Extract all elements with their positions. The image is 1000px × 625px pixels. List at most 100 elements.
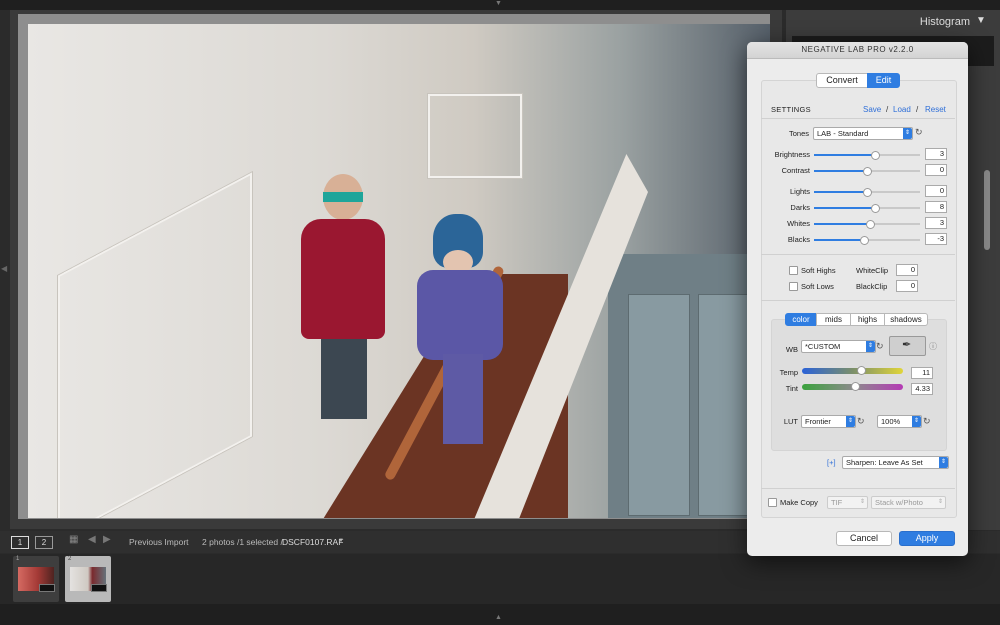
photo-preview[interactable] [28,24,770,518]
darks-value[interactable]: 8 [925,201,947,213]
wall-panel [58,172,252,518]
make-copy-label: Make Copy [780,498,818,507]
temp-value[interactable]: 11 [911,367,933,379]
slider-knob[interactable] [851,382,860,391]
child-red-jacket [283,174,393,424]
soft-highs-checkbox[interactable] [789,266,798,275]
tab-highs[interactable]: highs [850,313,885,326]
blacks-slider[interactable] [814,236,920,245]
settings-separator: / [886,105,889,114]
child-blue-snowsuit [403,214,513,454]
tab-mids[interactable]: mids [816,313,851,326]
whites-value[interactable]: 3 [925,217,947,229]
brightness-value[interactable]: 3 [925,148,947,160]
lights-value[interactable]: 0 [925,185,947,197]
blackclip-label: BlackClip [856,282,888,291]
whites-slider[interactable] [814,220,920,229]
slider-knob[interactable] [866,220,875,229]
histogram-collapse-icon[interactable]: ▼ [976,15,986,26]
filmstrip-source[interactable]: Previous Import [129,537,189,547]
tint-label: Tint [785,384,798,393]
tab-edit[interactable]: Edit [867,73,900,88]
chevron-updown-icon: ⇕ [939,457,948,468]
filmstrip-filename[interactable]: DSCF0107.RAF [282,537,343,547]
sharpen-select[interactable]: Sharpen: Leave As Set ⇕ [842,456,949,469]
lut-select[interactable]: Frontier ⇕ [801,415,856,428]
view-1-button[interactable]: 1 [11,536,29,549]
tones-select[interactable]: LAB - Standard ⇕ [813,127,913,140]
dialog-content-panel [761,80,957,518]
slider-knob[interactable] [871,151,880,160]
tones-select-value: LAB - Standard [817,129,869,138]
forward-arrow-icon[interactable]: ▶ [103,534,111,545]
wb-refresh-icon[interactable]: ↻ [876,341,884,352]
blacks-value[interactable]: -3 [925,233,947,245]
settings-reset-link[interactable]: Reset [925,105,946,114]
chevron-updown-icon: ⇕ [903,128,912,139]
contrast-value[interactable]: 0 [925,164,947,176]
right-panel-scrollbar[interactable] [984,170,990,250]
slider-knob[interactable] [863,188,872,197]
settings-load-link[interactable]: Load [893,105,911,114]
tab-shadows[interactable]: shadows [884,313,928,326]
lut-refresh-icon[interactable]: ↻ [857,416,865,427]
top-panel-bar: ▼ [0,0,1000,10]
slider-knob[interactable] [863,167,872,176]
lut-amount-select[interactable]: 100% ⇕ [877,415,922,428]
lut-amount-value: 100% [881,417,901,426]
blacks-label: Blacks [787,235,810,244]
filmstrip [0,554,1000,604]
bottom-panel-bar: ▲ [0,604,1000,625]
darks-slider[interactable] [814,204,920,213]
back-arrow-icon[interactable]: ◀ [88,534,96,545]
view-2-button[interactable]: 2 [35,536,53,549]
thumbnail-index: 2 [68,556,72,562]
settings-label: SETTINGS [771,105,811,114]
filmstrip-thumbnail-selected[interactable]: 2 [65,556,111,602]
eyedropper-icon: ✒ [902,339,912,351]
wb-select[interactable]: *CUSTOM ⇕ [801,340,876,353]
contrast-slider[interactable] [814,167,920,176]
sharpen-expand-link[interactable]: [+] [827,458,836,467]
tones-refresh-icon[interactable]: ↻ [915,127,923,138]
soft-lows-checkbox[interactable] [789,282,798,291]
eyedropper-button[interactable]: ✒ [889,336,926,356]
dialog-title[interactable]: NEGATIVE LAB PRO v2.2.0 [747,42,968,59]
whiteclip-value[interactable]: 0 [896,264,918,276]
lut-label: LUT [783,417,798,426]
tint-slider[interactable] [802,382,903,391]
chevron-updown-icon: ⇕ [866,341,875,352]
settings-save-link[interactable]: Save [863,105,881,114]
left-panel-toggle-icon[interactable]: ◀ [1,264,7,273]
darks-label: Darks [790,203,810,212]
filmstrip-thumbnail[interactable]: 1 [13,556,59,602]
bottom-panel-toggle-icon[interactable]: ▲ [495,614,502,621]
slider-knob[interactable] [857,366,866,375]
lut-amount-refresh-icon[interactable]: ↻ [923,416,931,427]
copy-format-select[interactable]: TIF ⇕ [827,496,868,509]
tint-value[interactable]: 4.33 [911,383,933,395]
lut-select-value: Frontier [805,417,831,426]
make-copy-checkbox[interactable] [768,498,777,507]
slider-knob[interactable] [871,204,880,213]
chevron-updown-icon: ⇕ [846,416,855,427]
blackclip-value[interactable]: 0 [896,280,918,292]
info-icon[interactable]: ⓘ [929,341,937,352]
brightness-slider[interactable] [814,151,920,160]
wall-panel [428,94,522,178]
temp-label: Temp [779,368,798,377]
temp-slider[interactable] [802,366,903,375]
histogram-title[interactable]: Histogram [786,16,970,28]
stack-select[interactable]: Stack w/Photo ⇕ [871,496,946,509]
whiteclip-label: WhiteClip [856,266,889,275]
tab-convert[interactable]: Convert [816,73,868,88]
lights-slider[interactable] [814,188,920,197]
grid-view-icon[interactable]: ▦ [69,534,78,545]
whites-label: Whites [787,219,810,228]
apply-button[interactable]: Apply [899,531,955,546]
slider-knob[interactable] [860,236,869,245]
top-panel-toggle-icon[interactable]: ▼ [495,0,502,7]
cancel-button[interactable]: Cancel [836,531,892,546]
filename-dropdown-icon[interactable]: ▼ [338,538,344,544]
tab-color[interactable]: color [785,313,817,326]
